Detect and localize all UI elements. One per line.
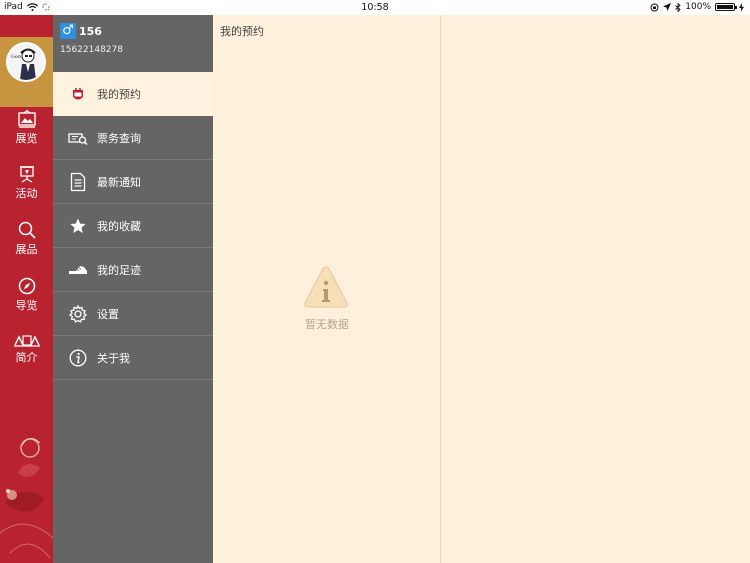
info-icon: [69, 349, 87, 366]
menu-item-about[interactable]: 关于我: [53, 336, 213, 380]
avatar-container[interactable]: Gen: [0, 37, 53, 107]
menu-label: 票务查询: [97, 131, 141, 145]
search-icon: [18, 221, 36, 239]
ticket-search-icon: [68, 132, 88, 145]
document-icon: [70, 172, 86, 191]
battery-icon: [715, 3, 737, 11]
decorative-pattern: [0, 413, 53, 563]
menu-label: 最新通知: [97, 175, 141, 189]
split-divider: [440, 15, 441, 563]
menu-label: 我的足迹: [97, 263, 141, 277]
intro-icon: [13, 335, 40, 347]
location-icon: [663, 3, 672, 11]
page-title: 我的预约: [220, 25, 264, 38]
empty-state-text: 暂无数据: [305, 318, 349, 331]
menu-label: 设置: [97, 307, 119, 321]
rail-label: 活动: [15, 187, 38, 200]
status-time: 10:58: [361, 2, 389, 13]
activity-icon: [19, 166, 34, 183]
menu-label: 我的预约: [97, 88, 141, 101]
rail-item-collection[interactable]: 展品: [0, 221, 53, 271]
menu-item-my-appointments[interactable]: 我的预约: [53, 72, 213, 116]
user-menu-panel: ♂ 156 15622148278 我的预约 票务查询 最新通知 我的收藏 我的…: [53, 15, 213, 563]
profile-header[interactable]: ♂ 156 15622148278: [53, 15, 213, 72]
status-bar: iPad 10:58 100%: [0, 0, 750, 15]
compass-icon: [18, 277, 35, 295]
menu-item-notifications[interactable]: 最新通知: [53, 160, 213, 204]
app-root: iPad 10:58 100% Gen 展览 活动 展品 导览 简介 ♂ 156…: [0, 0, 750, 563]
warning-icon: [304, 266, 348, 308]
rail-label: 展品: [15, 243, 38, 256]
appointment-icon: [73, 88, 83, 100]
battery-fill: [717, 5, 733, 9]
rail-label: 展览: [15, 132, 38, 145]
rail-label: 导览: [15, 299, 38, 312]
orientation-lock-icon: [650, 3, 659, 11]
charging-icon: [739, 2, 744, 12]
rail-label: 简介: [15, 351, 38, 364]
menu-label: 我的收藏: [97, 219, 141, 233]
rail-item-activity[interactable]: 活动: [0, 165, 53, 215]
menu-item-footprints[interactable]: 我的足迹: [53, 248, 213, 292]
battery-percent: 100%: [685, 2, 711, 12]
footprint-icon: [69, 265, 87, 274]
main-nav-rail: Gen 展览 活动 展品 导览 简介: [0, 15, 53, 563]
rail-item-guide[interactable]: 导览: [0, 277, 53, 327]
menu-item-favorites[interactable]: 我的收藏: [53, 204, 213, 248]
phone-number: 15622148278: [60, 45, 123, 55]
content-area: 我的预约 暂无数据: [213, 15, 750, 563]
avatar-image: Gen: [8, 44, 44, 80]
svg-text:Gen: Gen: [11, 54, 22, 60]
username: 156: [79, 25, 102, 38]
gear-icon: [69, 304, 87, 323]
menu-label: 关于我: [97, 351, 130, 365]
rail-item-intro[interactable]: 简介: [0, 333, 53, 383]
menu-item-settings[interactable]: 设置: [53, 292, 213, 336]
exhibition-icon: [17, 110, 36, 128]
avatar[interactable]: Gen: [6, 42, 46, 82]
bluetooth-icon: [675, 2, 681, 12]
rail-item-exhibition[interactable]: 展览: [0, 110, 53, 160]
male-icon: ♂: [60, 23, 76, 39]
menu-item-ticket-query[interactable]: 票务查询: [53, 116, 213, 160]
star-icon: [70, 218, 86, 233]
